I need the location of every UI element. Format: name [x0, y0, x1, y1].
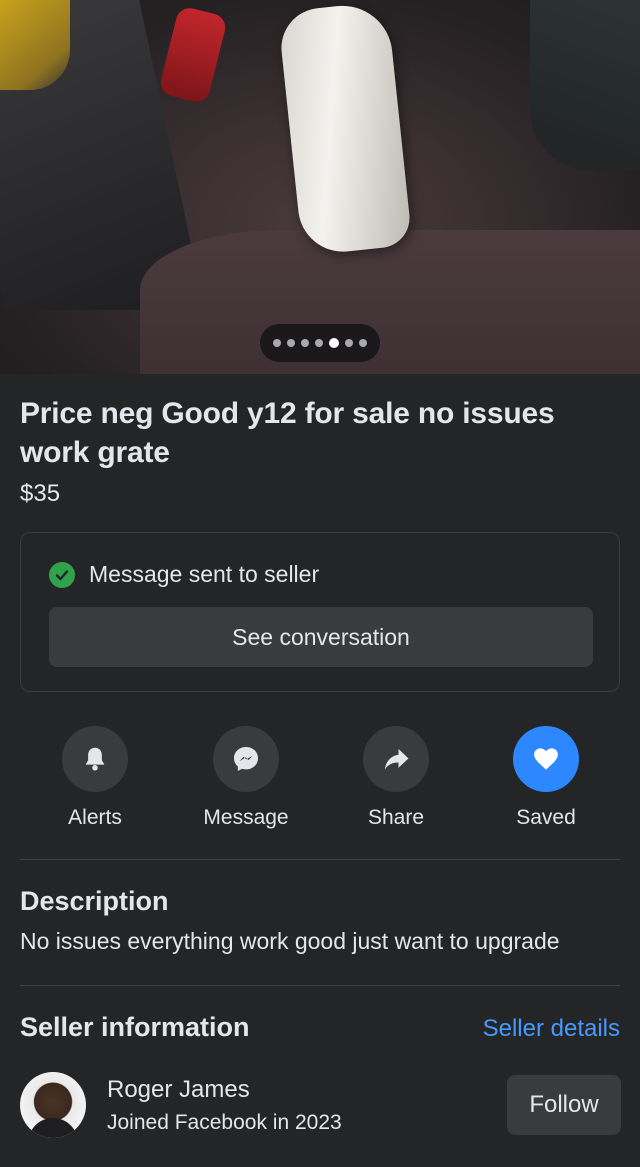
- action-row: Alerts Message Share Saved: [0, 726, 640, 836]
- see-conversation-button[interactable]: See conversation: [49, 607, 593, 667]
- message-label: Message: [203, 806, 289, 829]
- pagination-dot[interactable]: [287, 339, 295, 347]
- listing-price: $35: [20, 480, 61, 507]
- photo-car-seat-right: [530, 0, 640, 170]
- photo-red-bottle: [157, 5, 229, 105]
- avatar-shirt: [28, 1118, 78, 1138]
- pagination-dot[interactable]: [345, 339, 353, 347]
- description-heading: Description: [20, 886, 169, 916]
- bell-icon: [85, 747, 105, 771]
- alerts-action[interactable]: Alerts: [35, 726, 155, 830]
- share-label: Share: [367, 806, 425, 829]
- photo-white-cloth: [277, 0, 413, 257]
- message-sent-text: Message sent to seller: [89, 561, 320, 587]
- saved-action[interactable]: Saved: [486, 726, 606, 830]
- message-status-card: Message sent to seller See conversation: [20, 532, 620, 692]
- pagination-dot-active[interactable]: [329, 338, 339, 348]
- photo-pagination[interactable]: [260, 324, 380, 362]
- share-action[interactable]: Share: [336, 726, 456, 830]
- listing-photo[interactable]: [0, 0, 640, 374]
- pagination-dot[interactable]: [315, 339, 323, 347]
- photo-car-seat-bottom: [140, 230, 640, 374]
- pagination-dot[interactable]: [301, 339, 309, 347]
- message-action[interactable]: Message: [186, 726, 306, 830]
- messenger-icon: [234, 747, 258, 771]
- divider: [20, 859, 620, 860]
- message-button[interactable]: [213, 726, 279, 792]
- saved-button[interactable]: [513, 726, 579, 792]
- seller-info-heading: Seller information: [20, 1012, 250, 1042]
- saved-label: Saved: [516, 806, 576, 829]
- check-circle-icon: [49, 561, 75, 588]
- pagination-dot[interactable]: [273, 339, 281, 347]
- seller-details-link[interactable]: Seller details: [483, 1015, 620, 1043]
- divider: [20, 985, 620, 986]
- alerts-button[interactable]: [62, 726, 128, 792]
- share-button[interactable]: [363, 726, 429, 792]
- description-text: No issues everything work good just want…: [20, 928, 560, 954]
- seller-name[interactable]: Roger James: [107, 1076, 250, 1104]
- share-arrow-icon: [384, 749, 409, 770]
- avatar[interactable]: [20, 1072, 86, 1138]
- photo-yellow-object: [0, 0, 70, 90]
- pagination-dot[interactable]: [359, 339, 367, 347]
- seller-joined-date: Joined Facebook in 2023: [107, 1111, 342, 1134]
- message-sent-row: Message sent to seller: [49, 561, 319, 588]
- heart-icon: [534, 748, 558, 770]
- follow-button[interactable]: Follow: [507, 1075, 621, 1135]
- alerts-label: Alerts: [68, 806, 122, 829]
- listing-title: Price neg Good y12 for sale no issues wo…: [20, 397, 555, 469]
